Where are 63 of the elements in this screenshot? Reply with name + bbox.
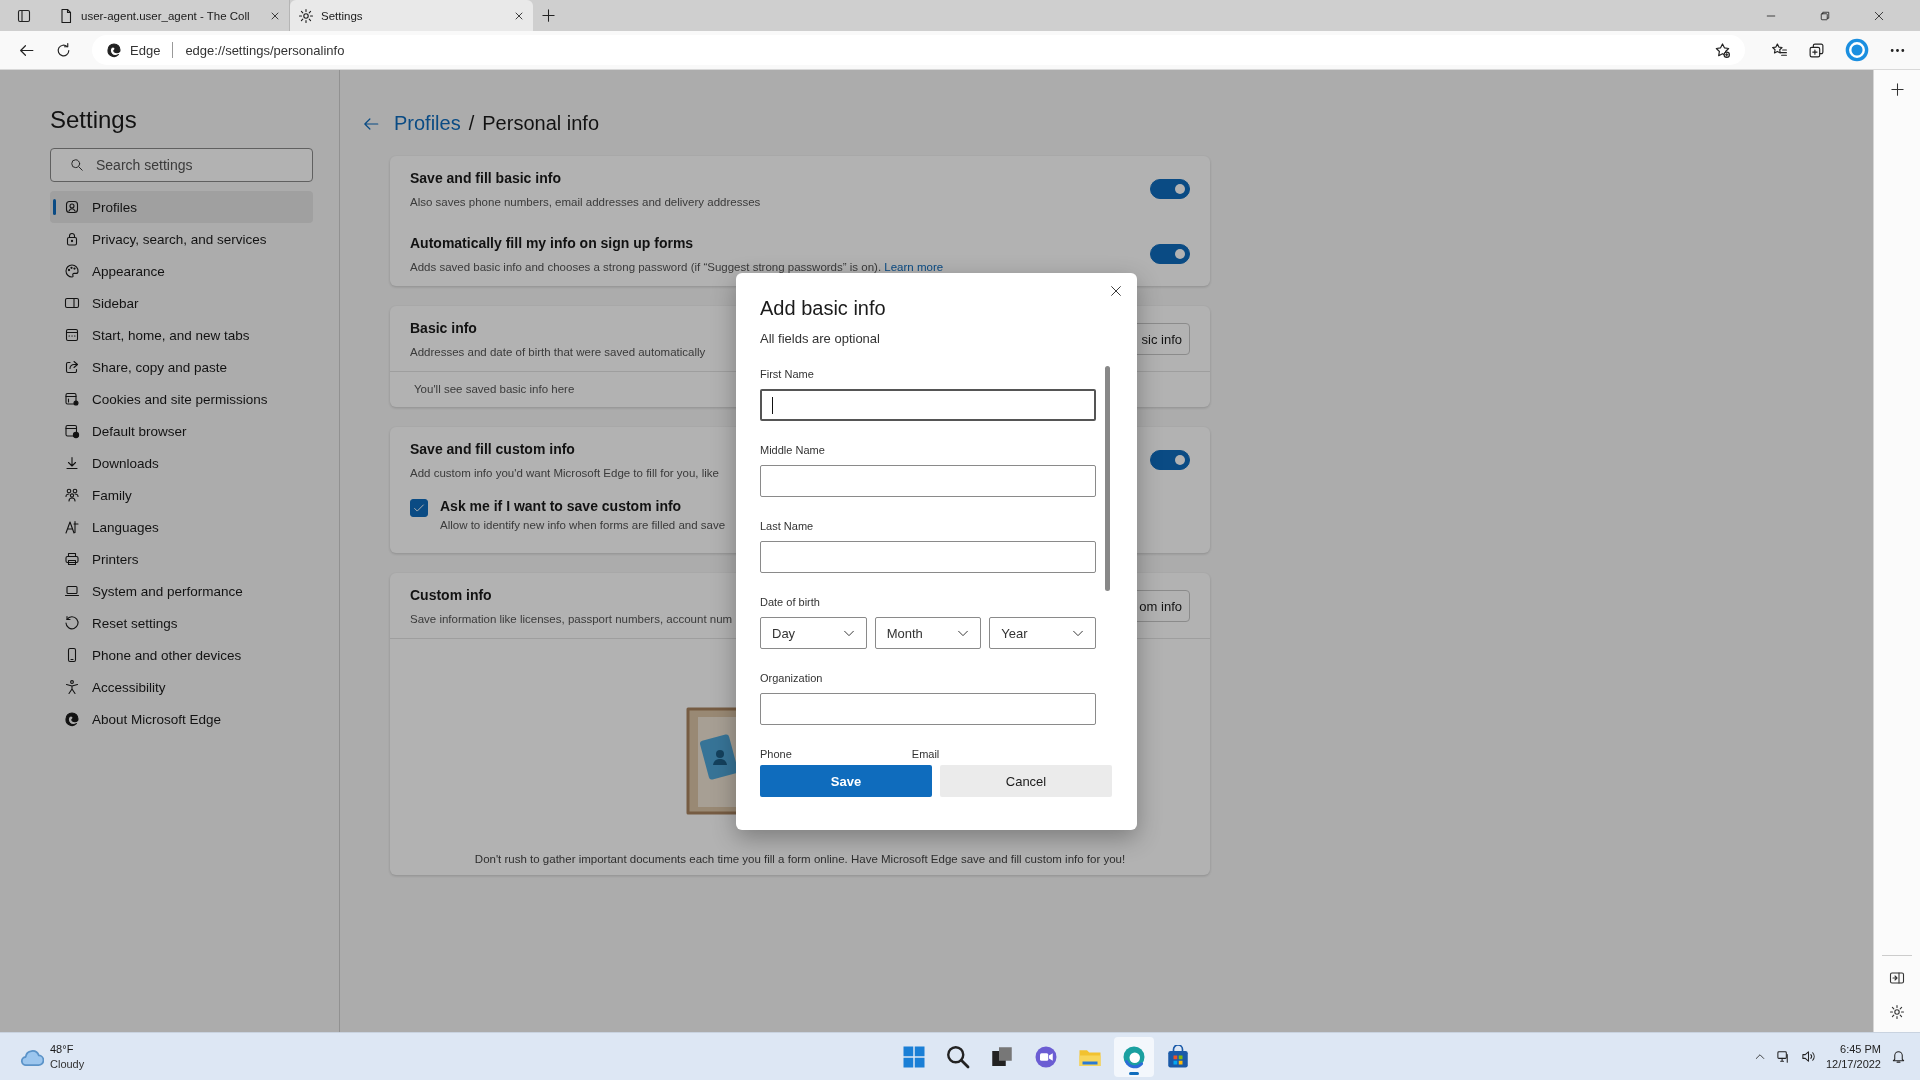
tab-title: user-agent.user_agent - The Coll <box>81 9 251 22</box>
dropdown[interactable]: Month <box>874 617 982 649</box>
weather-widget[interactable]: 48°F Cloudy <box>18 1041 218 1072</box>
field-label: Date of birth <box>760 596 820 609</box>
setting-description: Also saves phone numbers, email addresses and delivery addresses <box>410 196 761 208</box>
sidebar-item[interactable]: Accessibility <box>50 671 313 703</box>
sidebar-item[interactable]: Downloads <box>50 447 313 479</box>
sidebar-item[interactable]: Default browser <box>50 415 313 447</box>
setting-title: Automatically fill my info on sign up forms <box>410 235 694 251</box>
settings-title: Settings <box>50 106 138 134</box>
setting-title: Basic info <box>410 320 477 336</box>
page-title: Personal info <box>482 112 599 135</box>
sidebar-item[interactable]: Cookies and site permissions <box>50 383 313 415</box>
setting-description: Allow to identify new info when forms are filled and save <box>440 519 726 531</box>
temperature: 48°F <box>50 1041 75 1057</box>
save-button[interactable]: Save <box>760 765 932 797</box>
clock[interactable]: 6:45 PM 12/17/2022 <box>1825 1041 1881 1072</box>
search-field[interactable]: Search settings <box>50 148 313 182</box>
field-label: Organization <box>760 672 823 685</box>
sidebar-item[interactable]: Phone and other devices <box>50 639 313 671</box>
sidebar-item[interactable]: Profiles <box>50 191 313 223</box>
dialog-subtitle: All fields are optional <box>760 331 881 346</box>
field-label: Phone <box>760 748 792 761</box>
time-text: 6:45 PM <box>1839 1041 1881 1057</box>
empty-state-text: You'll see saved basic info here <box>414 383 575 395</box>
sidebar-item[interactable]: Reset settings <box>50 607 313 639</box>
sidebar-item[interactable]: Sidebar <box>50 287 313 319</box>
field-label: Email <box>911 748 940 761</box>
setting-title: Custom info <box>410 587 492 603</box>
breadcrumb-separator: / <box>468 112 475 135</box>
setting-description: Save information like licenses, passport numbers, account num <box>410 613 733 625</box>
sidebar-item[interactable]: About Microsoft Edge <box>50 703 313 735</box>
sidebar-item[interactable]: System and performance <box>50 575 313 607</box>
checkbox-label: Ask me if I want to save custom info <box>440 498 682 514</box>
sidebar-item[interactable]: Languages <box>50 511 313 543</box>
url-text: edge://settings/personalinfo <box>185 42 345 58</box>
field-label: First Name <box>760 368 814 381</box>
empty-state-text: Don't rush to gather important documents each time you fill a form online. Have Microsoft Edge save and fill custom info for you! <box>474 853 1126 865</box>
browser-tab[interactable]: Settings <box>290 0 533 31</box>
dropdown[interactable]: Day <box>760 617 867 649</box>
dialog-title: Add basic info <box>760 297 887 320</box>
date-text: 12/17/2022 <box>1825 1056 1881 1072</box>
setting-title: Save and fill basic info <box>410 170 561 186</box>
learn-more-link[interactable]: Learn more <box>884 261 944 273</box>
cancel-button[interactable]: Cancel <box>940 765 1112 797</box>
field-label: Last Name <box>760 520 814 533</box>
address-bar[interactable]: Edge edge://settings/personalinfo <box>92 35 1745 65</box>
setting-description: Add custom info you'd want Microsoft Edge to fill for you, like <box>410 467 719 479</box>
setting-description: Addresses and date of birth that were saved automatically <box>410 346 706 358</box>
sidebar-item[interactable]: Start, home, and new tabs <box>50 319 313 351</box>
sidebar-item[interactable]: Appearance <box>50 255 313 287</box>
sidebar-item[interactable]: Printers <box>50 543 313 575</box>
sidebar-item[interactable]: Family <box>50 479 313 511</box>
dropdown[interactable]: Year <box>989 617 1096 649</box>
weather-condition: Cloudy <box>50 1056 85 1072</box>
sidebar-item[interactable]: Share, copy and paste <box>50 351 313 383</box>
breadcrumb-link[interactable]: Profiles <box>394 112 461 135</box>
field-label: Middle Name <box>760 444 825 457</box>
site-label: Edge <box>130 42 161 58</box>
sidebar-item[interactable]: Privacy, search, and services <box>50 223 313 255</box>
setting-description: Adds saved basic info and chooses a strong password (if “Suggest strong passwords” is on). Learn more <box>410 261 944 273</box>
setting-title: Save and fill custom info <box>410 441 575 457</box>
tab-title: Settings <box>321 9 364 22</box>
